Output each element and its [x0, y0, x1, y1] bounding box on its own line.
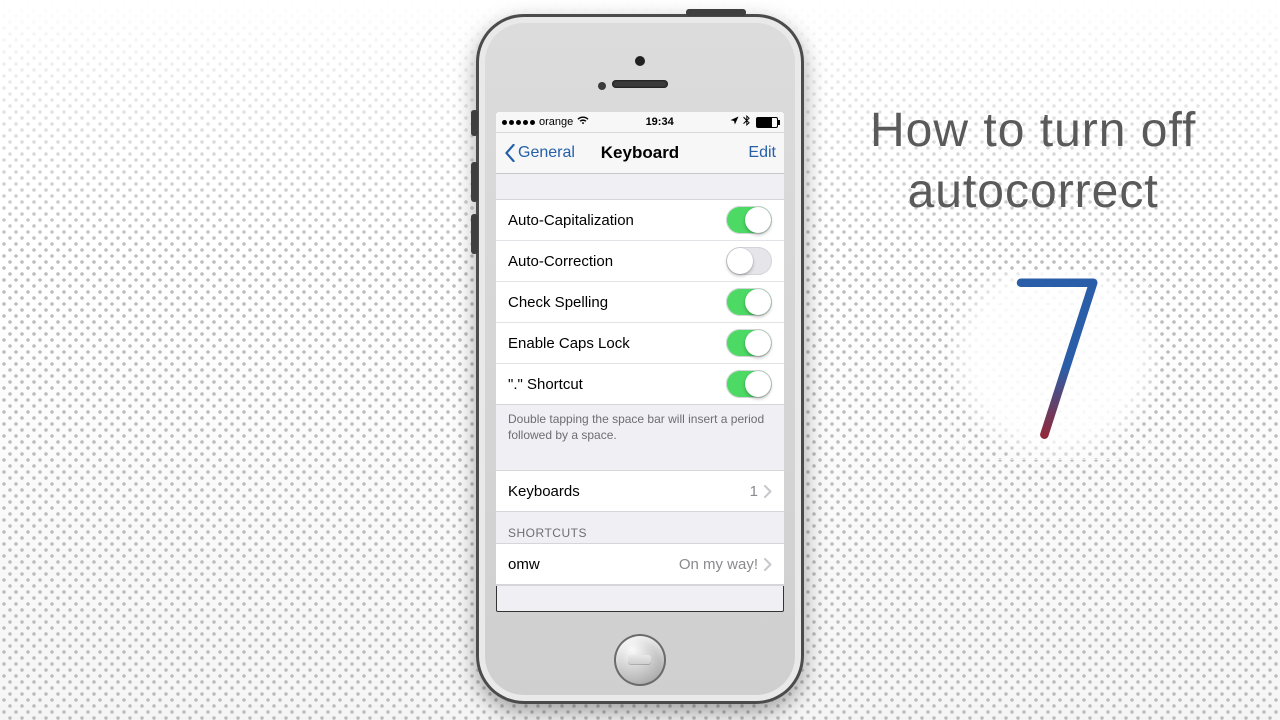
back-button[interactable]: General: [504, 144, 575, 162]
shortcut-key: omw: [508, 556, 679, 573]
status-bar: orange 19:34: [496, 112, 784, 133]
proximity-sensor: [598, 82, 606, 90]
front-camera: [635, 56, 645, 66]
toggle-switch[interactable]: [726, 206, 772, 234]
toggle-label: Auto-Correction: [508, 253, 726, 270]
shortcuts-header: SHORTCUTS: [496, 512, 784, 544]
shortcut-value: On my way!: [679, 556, 758, 573]
keyboards-label: Keyboards: [508, 483, 750, 500]
toggle-row: Check Spelling: [496, 281, 784, 323]
toggle-switch[interactable]: [726, 288, 772, 316]
nav-bar: General Keyboard Edit: [496, 133, 784, 174]
toggle-row: Auto-Capitalization: [496, 199, 784, 241]
clock: 19:34: [646, 116, 674, 128]
location-icon: [730, 116, 739, 128]
toggle-switch[interactable]: [726, 247, 772, 275]
toggle-row: Auto-Correction: [496, 240, 784, 282]
screen: orange 19:34 General Keyboard Edit: [496, 112, 784, 612]
toggle-group: Auto-Capitalization Auto-Correction Check …: [496, 199, 784, 405]
toggle-label: Check Spelling: [508, 294, 726, 311]
toggle-switch[interactable]: [726, 329, 772, 357]
carrier-label: orange: [539, 116, 573, 128]
caption-line-2: autocorrect: [870, 158, 1196, 225]
chevron-right-icon: [764, 485, 772, 498]
wifi-icon: [577, 116, 589, 128]
bluetooth-icon: [743, 115, 750, 129]
caption-line-1: How to turn off: [870, 105, 1196, 158]
chevron-right-icon: [764, 558, 772, 571]
toggle-row: "." Shortcut: [496, 363, 784, 405]
battery-icon: [756, 117, 778, 128]
back-label: General: [518, 144, 575, 162]
seven-icon: [1000, 270, 1110, 440]
toggle-label: Enable Caps Lock: [508, 335, 726, 352]
earpiece: [612, 80, 668, 88]
mute-switch: [471, 110, 478, 136]
volume-up-button: [471, 162, 478, 202]
volume-down-button: [471, 214, 478, 254]
tutorial-caption: How to turn off autocorrect: [870, 105, 1196, 225]
shortcut-footer-note: Double tapping the space bar will insert…: [496, 404, 784, 453]
edit-button[interactable]: Edit: [748, 144, 776, 162]
ios7-badge: [950, 270, 1160, 460]
chevron-left-icon: [504, 144, 516, 162]
toggle-label: "." Shortcut: [508, 376, 726, 393]
home-button[interactable]: [614, 634, 666, 686]
iphone-frame: orange 19:34 General Keyboard Edit: [476, 14, 804, 704]
shortcut-row[interactable]: omw On my way!: [496, 543, 784, 585]
settings-content: Auto-Capitalization Auto-Correction Check …: [496, 174, 784, 586]
power-button: [686, 9, 746, 16]
toggle-row: Enable Caps Lock: [496, 322, 784, 364]
toggle-switch[interactable]: [726, 370, 772, 398]
keyboards-row[interactable]: Keyboards 1: [496, 470, 784, 512]
signal-strength-icon: [502, 120, 535, 125]
toggle-label: Auto-Capitalization: [508, 212, 726, 229]
keyboards-count: 1: [750, 483, 758, 500]
